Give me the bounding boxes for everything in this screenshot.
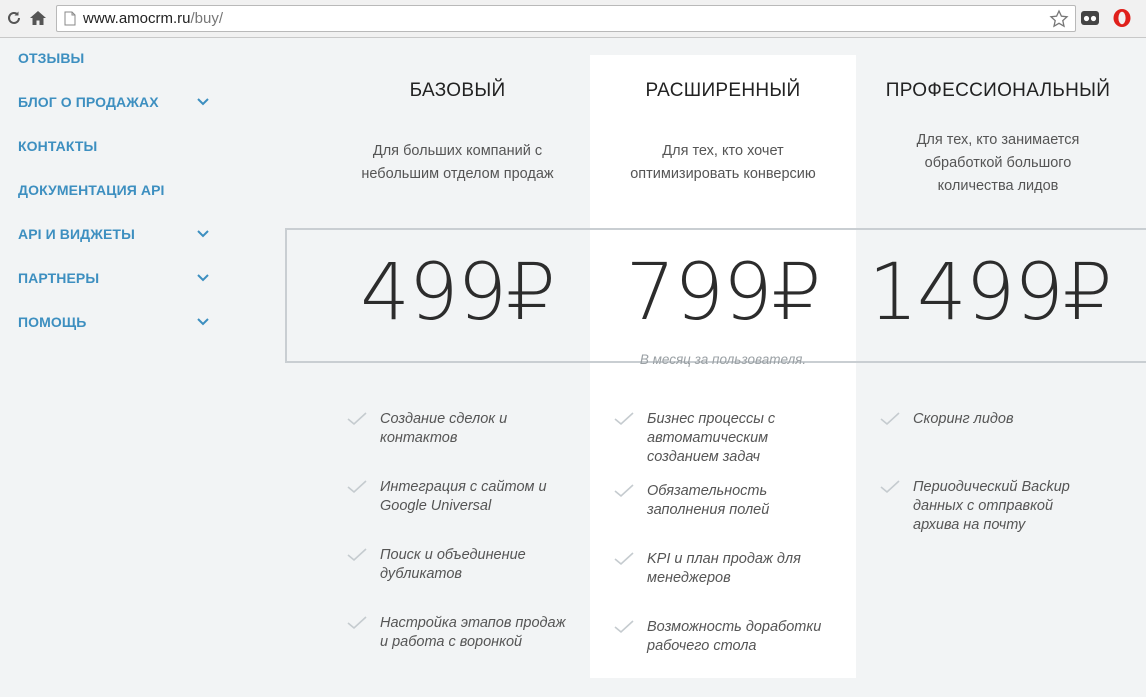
sidebar-item-label: КОНТАКТЫ xyxy=(18,138,98,154)
check-icon xyxy=(346,547,368,563)
address-bar[interactable]: www.amocrm.ru/buy/ xyxy=(56,5,1076,32)
check-icon xyxy=(346,479,368,495)
feature-item: Интеграция с сайтом и Google Universal xyxy=(346,478,576,516)
feature-item: KPI и план продаж для менеджеров xyxy=(613,550,848,588)
feature-item: Поиск и объединение дубликатов xyxy=(346,546,576,584)
price-professional: 1499₽ xyxy=(868,248,1112,338)
per-month-note: В месяц за пользователя. xyxy=(639,352,807,367)
sidebar-item-api-docs[interactable]: ДОКУМЕНТАЦИЯ API xyxy=(18,178,218,202)
check-icon xyxy=(879,479,901,495)
feature-item: Обязательность заполнения полей xyxy=(613,482,848,520)
star-icon[interactable] xyxy=(1049,9,1069,34)
plan-desc-basic: Для больших компаний с небольшим отделом… xyxy=(361,143,554,182)
feature-item: Настройка этапов продаж и работа с воронк… xyxy=(346,614,576,652)
plan-desc-professional: Для тех, кто занимается обработкой больш… xyxy=(916,132,1080,194)
url-text: www.amocrm.ru/buy/ xyxy=(83,10,224,27)
sidebar-item-label: ОТЗЫВЫ xyxy=(18,50,85,66)
plan-title-extended: РАСШИРЕННЫЙ xyxy=(645,80,801,101)
sidebar-item-label: БЛОГ О ПРОДАЖАХ xyxy=(18,94,159,110)
check-icon xyxy=(879,411,901,427)
check-icon xyxy=(346,615,368,631)
check-icon xyxy=(613,483,635,499)
sidebar-item-sales-blog[interactable]: БЛОГ О ПРОДАЖАХ xyxy=(18,90,218,114)
browser-toolbar: www.amocrm.ru/buy/ xyxy=(0,0,1146,38)
sidebar-item-partners[interactable]: ПАРТНЕРЫ xyxy=(18,266,218,290)
reload-icon[interactable] xyxy=(4,8,24,28)
price-extended: 799₽ xyxy=(625,248,822,338)
plan-title-professional: ПРОФЕССИОНАЛЬНЫЙ xyxy=(885,80,1111,101)
sidebar-item-api-widgets[interactable]: API И ВИДЖЕТЫ xyxy=(18,222,218,246)
sidebar-item-label: API И ВИДЖЕТЫ xyxy=(18,226,135,242)
sidebar-item-contacts[interactable]: КОНТАКТЫ xyxy=(18,134,218,158)
sidebar-item-label: ПАРТНЕРЫ xyxy=(18,270,100,286)
chevron-down-icon[interactable] xyxy=(196,97,210,107)
check-icon xyxy=(613,411,635,427)
home-icon[interactable] xyxy=(28,8,48,28)
feature-item: Возможность доработки рабочего стола xyxy=(613,618,848,656)
extension-icon[interactable] xyxy=(1080,8,1100,33)
feature-item: Бизнес процессы с автоматическим созданием… xyxy=(613,410,848,467)
check-icon xyxy=(613,619,635,635)
sidebar-item-label: ДОКУМЕНТАЦИЯ API xyxy=(18,182,165,198)
plan-title-basic: БАЗОВЫЙ xyxy=(409,80,506,101)
feature-item: Создание сделок и контактов xyxy=(346,410,576,448)
plan-desc-extended: Для тех, кто хочет оптимизировать конвер… xyxy=(630,143,816,182)
chevron-down-icon[interactable] xyxy=(196,317,210,327)
feature-item: Периодический Backup данных с отправкой ар… xyxy=(879,478,1119,535)
chevron-down-icon[interactable] xyxy=(196,273,210,283)
opera-icon[interactable] xyxy=(1112,8,1132,33)
sidebar-item-reviews[interactable]: ОТЗЫВЫ xyxy=(18,46,218,70)
price-basic: 499₽ xyxy=(360,248,556,338)
check-icon xyxy=(346,411,368,427)
chevron-down-icon[interactable] xyxy=(196,229,210,239)
feature-item: Скоринг лидов xyxy=(879,410,1119,429)
page-icon xyxy=(64,11,76,31)
sidebar-item-help[interactable]: ПОМОЩЬ xyxy=(18,310,218,334)
check-icon xyxy=(613,551,635,567)
sidebar-item-label: ПОМОЩЬ xyxy=(18,314,87,330)
